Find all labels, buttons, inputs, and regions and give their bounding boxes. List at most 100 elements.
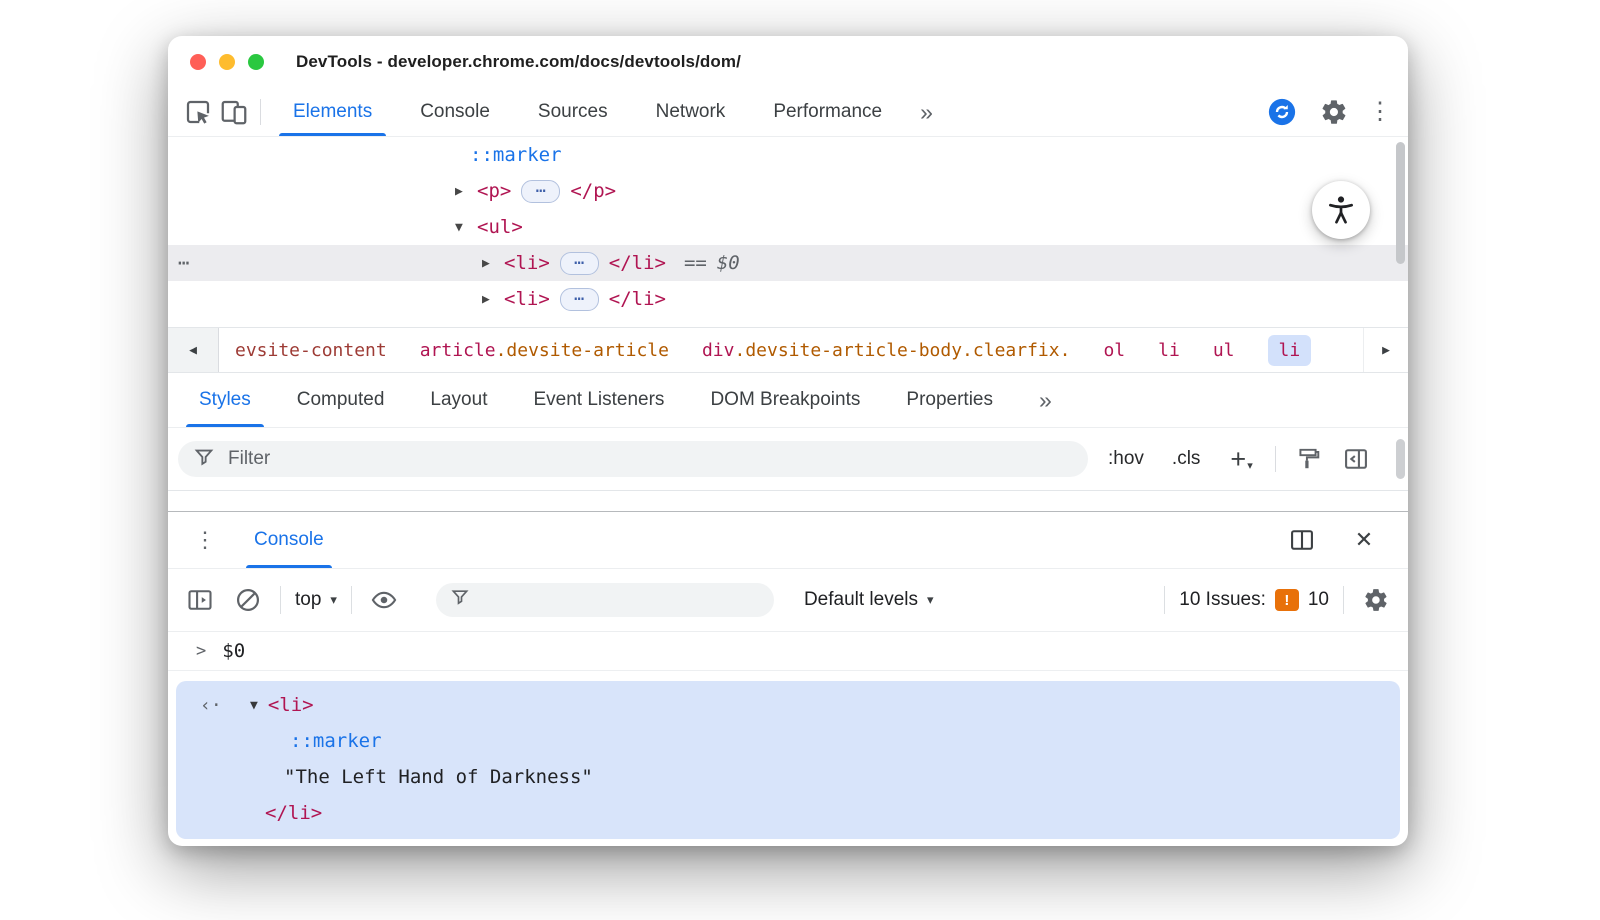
devtools-extension-icon[interactable] xyxy=(1264,94,1300,130)
toolbar-right-icons: ⋮ xyxy=(1264,88,1392,136)
breadcrumb-scroll-right-button[interactable]: ▶ xyxy=(1363,328,1408,372)
breadcrumb-item-ol[interactable]: ol xyxy=(1103,340,1125,361)
breadcrumb-item-devsite-content[interactable]: evsite-content xyxy=(235,340,387,361)
collapse-arrow-icon[interactable]: ▶ xyxy=(482,256,499,271)
drawer-tab-console[interactable]: Console xyxy=(242,512,336,568)
toolbar-divider xyxy=(260,99,261,125)
clear-console-icon[interactable] xyxy=(230,582,266,618)
tab-dom-breakpoints[interactable]: DOM Breakpoints xyxy=(687,373,883,427)
device-toolbar-icon[interactable] xyxy=(216,94,252,130)
elements-scrollbar[interactable] xyxy=(1396,142,1405,264)
javascript-context-dropdown[interactable]: top ▾ xyxy=(295,589,337,611)
issues-counter[interactable]: 10 Issues: ! 10 xyxy=(1179,589,1329,611)
breadcrumb-label: evsite-content xyxy=(235,339,387,361)
tab-console[interactable]: Console xyxy=(396,88,514,136)
split-panel-icon[interactable] xyxy=(1284,522,1320,558)
expand-result-arrow-icon[interactable]: ▼ xyxy=(250,698,258,713)
result-line-text: "The Left Hand of Darkness" xyxy=(176,759,1400,795)
tab-network[interactable]: Network xyxy=(632,88,750,136)
accessibility-icon[interactable] xyxy=(1312,181,1370,239)
equals-sign: == xyxy=(683,252,707,274)
tab-layout[interactable]: Layout xyxy=(407,373,510,427)
breadcrumb-tag: article xyxy=(419,339,496,361)
drawer-menu-kebab-icon[interactable]: ⋮ xyxy=(194,527,216,553)
result-line-marker: ::marker xyxy=(176,723,1400,759)
tab-computed[interactable]: Computed xyxy=(274,373,408,427)
tab-sources[interactable]: Sources xyxy=(514,88,632,136)
console-filter-input[interactable] xyxy=(479,588,760,612)
new-style-rule-button[interactable]: + ▾ xyxy=(1230,446,1252,473)
breadcrumb-scroll-left-button[interactable]: ◀ xyxy=(168,328,219,372)
close-tag: </li> xyxy=(608,252,666,274)
main-menu-kebab-icon[interactable]: ⋮ xyxy=(1368,100,1392,124)
tab-styles[interactable]: Styles xyxy=(176,373,274,427)
toggle-sidebar-icon[interactable] xyxy=(1338,441,1374,477)
open-tag: <li> xyxy=(504,288,550,310)
styles-scrollbar[interactable] xyxy=(1396,439,1405,479)
console-filter-field[interactable] xyxy=(435,583,774,617)
cls-toggle[interactable]: .cls xyxy=(1172,448,1201,470)
tree-row-marker[interactable]: ::marker xyxy=(168,137,1408,173)
window-title: DevTools - developer.chrome.com/docs/dev… xyxy=(296,52,741,71)
tab-performance[interactable]: Performance xyxy=(749,88,906,136)
console-command-echo: > $0 xyxy=(168,632,1408,671)
collapse-arrow-icon[interactable]: ▶ xyxy=(455,184,472,199)
scroll-left-icon: ◀ xyxy=(189,342,197,358)
result-pseudo-label: ::marker xyxy=(290,730,382,752)
expanded-arrow-icon[interactable]: ▼ xyxy=(455,220,472,235)
dollar-zero-label: $0 xyxy=(716,252,740,274)
styles-filter-input[interactable] xyxy=(226,447,1073,471)
live-expression-eye-icon[interactable] xyxy=(366,582,402,618)
inspect-element-icon[interactable] xyxy=(180,94,216,130)
result-line-close: </li> xyxy=(176,795,1400,831)
zoom-window-button[interactable] xyxy=(248,54,264,70)
result-close-tag: </li> xyxy=(265,802,323,824)
tab-elements[interactable]: Elements xyxy=(269,88,396,136)
context-label: top xyxy=(295,589,322,610)
caret-down-icon: ▾ xyxy=(927,592,934,607)
close-window-button[interactable] xyxy=(190,54,206,70)
tab-properties[interactable]: Properties xyxy=(883,373,1016,427)
styles-panel-toolbar: :hov .cls + ▾ xyxy=(168,428,1408,491)
elements-tree-panel: ::marker ▶ <p> ⋯ </p> ▼ <ul> ⋯ ▶ <li> ⋯ … xyxy=(168,137,1408,327)
close-glyph: ✕ xyxy=(1354,527,1374,552)
console-toolbar: top ▾ Default levels ▾ 10 Issues: ! 10 xyxy=(168,569,1408,632)
minimize-window-button[interactable] xyxy=(219,54,235,70)
toolbar-divider xyxy=(1343,586,1344,614)
result-line-open: ‹· ▼ <li> xyxy=(176,687,1400,723)
expand-dots-icon[interactable]: ⋯ xyxy=(559,251,599,275)
settings-gear-icon[interactable] xyxy=(1316,94,1352,130)
tree-row-p[interactable]: ▶ <p> ⋯ </p> xyxy=(168,173,1408,209)
collapse-arrow-icon[interactable]: ▶ xyxy=(482,292,499,307)
command-text: $0 xyxy=(222,640,246,662)
pseudo-element-label[interactable]: ::marker xyxy=(470,144,562,166)
expand-dots-icon[interactable]: ⋯ xyxy=(559,287,599,311)
tab-event-listeners[interactable]: Event Listeners xyxy=(510,373,687,427)
breadcrumb-item-li[interactable]: li xyxy=(1158,340,1180,361)
breadcrumb-item-li-selected[interactable]: li xyxy=(1267,334,1312,366)
close-drawer-icon[interactable]: ✕ xyxy=(1346,522,1382,558)
breadcrumb-item-div[interactable]: div .devsite-article-body.clearfix. xyxy=(702,340,1070,361)
row-menu-dots-icon[interactable]: ⋯ xyxy=(178,245,190,281)
more-sidebar-tabs-icon[interactable]: » xyxy=(1016,373,1075,427)
console-sidebar-icon[interactable] xyxy=(182,582,218,618)
paint-format-icon[interactable] xyxy=(1290,441,1326,477)
breadcrumb-bar: ◀ evsite-content article .devsite-article… xyxy=(168,327,1408,373)
main-toolbar: Elements Console Sources Network Perform… xyxy=(168,88,1408,137)
console-settings-gear-icon[interactable] xyxy=(1358,582,1394,618)
tree-row-li[interactable]: ▶ <li> ⋯ </li> xyxy=(168,281,1408,317)
styles-filter-field[interactable] xyxy=(178,441,1088,477)
more-panels-icon[interactable]: » xyxy=(906,88,947,136)
tree-row-li-selected[interactable]: ⋯ ▶ <li> ⋯ </li> == $0 xyxy=(168,245,1408,281)
breadcrumb-item-article[interactable]: article .devsite-article xyxy=(420,340,669,361)
breadcrumb-item-ul[interactable]: ul xyxy=(1213,340,1235,361)
devtools-window: DevTools - developer.chrome.com/docs/dev… xyxy=(168,36,1408,846)
log-levels-dropdown[interactable]: Default levels ▾ xyxy=(804,589,934,611)
expand-dots-icon[interactable]: ⋯ xyxy=(521,179,561,203)
breadcrumb-classes: .devsite-article-body.clearfix. xyxy=(734,339,1071,361)
breadcrumb-tag: ol xyxy=(1103,339,1126,361)
tree-row-ul[interactable]: ▼ <ul> xyxy=(168,209,1408,245)
traffic-lights xyxy=(190,54,264,70)
levels-label: Default levels xyxy=(803,589,919,610)
hov-toggle[interactable]: :hov xyxy=(1108,448,1144,470)
